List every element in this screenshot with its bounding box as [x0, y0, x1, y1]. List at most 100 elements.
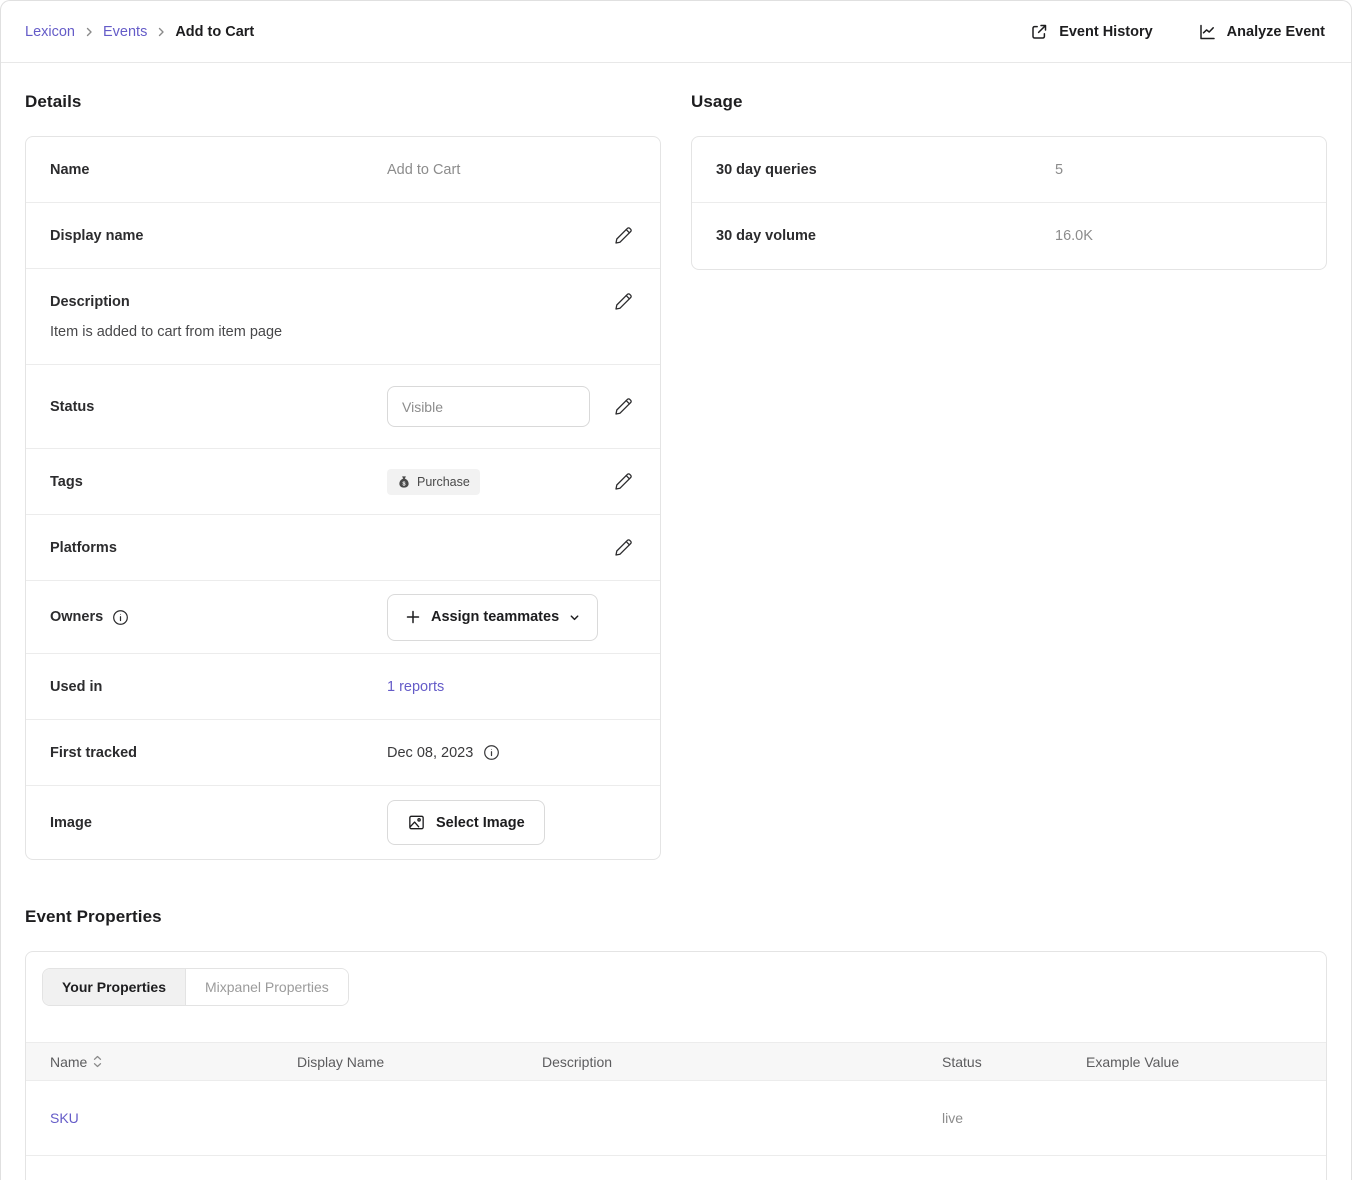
usage-title: Usage — [691, 89, 1327, 115]
first-tracked-label: First tracked — [50, 745, 387, 761]
volume-label: 30 day volume — [716, 228, 1055, 244]
description-cell — [542, 1156, 942, 1180]
select-image-button[interactable]: Select Image — [387, 800, 545, 845]
description-value: Item is added to cart from item page — [50, 324, 636, 340]
tag-chip-purchase: $ Purchase — [387, 469, 480, 495]
usage-section: Usage 30 day queries 5 30 day volume 16.… — [691, 89, 1327, 270]
table-header-row: Name Display Name Description Status Exa… — [26, 1043, 1326, 1081]
event-history-label: Event History — [1059, 24, 1152, 40]
name-column-label: Name — [50, 1054, 87, 1070]
display-name-cell — [297, 1156, 542, 1180]
external-link-icon — [1029, 22, 1049, 42]
status-cell: live — [942, 1156, 1086, 1180]
breadcrumb-lexicon[interactable]: Lexicon — [25, 24, 75, 40]
description-cell — [542, 1081, 942, 1156]
column-header-display-name: Display Name — [297, 1043, 542, 1081]
image-icon — [407, 813, 426, 832]
detail-row-first-tracked: First tracked Dec 08, 2023 — [26, 720, 660, 786]
sort-icon — [93, 1055, 102, 1068]
details-title: Details — [25, 89, 661, 115]
pencil-icon — [613, 225, 634, 246]
property-link-sku[interactable]: SKU — [50, 1110, 79, 1126]
detail-row-name: Name Add to Cart — [26, 137, 660, 203]
breadcrumb-current-event: Add to Cart — [175, 24, 254, 40]
display-name-cell — [297, 1081, 542, 1156]
tab-mixpanel-properties[interactable]: Mixpanel Properties — [185, 969, 348, 1005]
usage-card: 30 day queries 5 30 day volume 16.0K — [691, 136, 1327, 270]
detail-row-owners: Owners Assign teammates — [26, 581, 660, 654]
column-header-status: Status — [942, 1043, 1086, 1081]
usage-row-volume: 30 day volume 16.0K — [692, 203, 1326, 269]
used-in-label: Used in — [50, 679, 387, 695]
pencil-icon — [613, 537, 634, 558]
breadcrumb: Lexicon Events Add to Cart — [25, 24, 254, 40]
chevron-right-icon — [156, 27, 166, 37]
detail-row-used-in: Used in 1 reports — [26, 654, 660, 720]
queries-label: 30 day queries — [716, 162, 1055, 178]
properties-tab-group: Your Properties Mixpanel Properties — [42, 968, 349, 1006]
info-icon[interactable] — [112, 609, 129, 626]
edit-tags-button[interactable] — [611, 469, 636, 494]
details-card: Name Add to Cart Display name — [25, 136, 661, 860]
tag-label: Purchase — [417, 475, 470, 489]
column-header-example-value: Example Value — [1086, 1043, 1326, 1081]
tags-label: Tags — [50, 474, 387, 490]
status-label: Status — [50, 399, 387, 415]
line-chart-icon — [1197, 22, 1217, 42]
event-properties-section: Event Properties Your Properties Mixpane… — [25, 904, 1327, 1180]
pencil-icon — [613, 396, 634, 417]
tab-your-properties[interactable]: Your Properties — [43, 969, 185, 1005]
owners-label: Owners — [50, 609, 103, 625]
assign-teammates-button[interactable]: Assign teammates — [387, 594, 598, 641]
lexicon-event-detail-page: Lexicon Events Add to Cart Event History — [0, 0, 1352, 1180]
name-value: Add to Cart — [387, 162, 636, 178]
usage-row-queries: 30 day queries 5 — [692, 137, 1326, 203]
event-properties-card: Your Properties Mixpanel Properties Name — [25, 951, 1327, 1180]
select-image-label: Select Image — [436, 815, 525, 831]
name-label: Name — [50, 162, 387, 178]
display-name-label: Display name — [50, 228, 387, 244]
plus-icon — [405, 609, 421, 625]
pencil-icon — [613, 471, 634, 492]
event-properties-title: Event Properties — [25, 904, 1327, 930]
status-cell: live — [942, 1081, 1086, 1156]
breadcrumb-events[interactable]: Events — [103, 24, 147, 40]
table-row[interactable]: SKU live — [26, 1081, 1326, 1156]
volume-value: 16.0K — [1055, 228, 1302, 244]
money-bag-icon: $ — [397, 475, 411, 489]
pencil-icon — [613, 291, 634, 312]
image-label: Image — [50, 815, 387, 831]
edit-platforms-button[interactable] — [611, 535, 636, 560]
chevron-right-icon — [84, 27, 94, 37]
detail-row-display-name: Display name — [26, 203, 660, 269]
description-label: Description — [50, 294, 387, 310]
detail-row-tags: Tags $ Purchase — [26, 449, 660, 515]
analyze-event-button[interactable]: Analyze Event — [1197, 22, 1325, 42]
column-header-name[interactable]: Name — [26, 1043, 297, 1081]
platforms-label: Platforms — [50, 540, 387, 556]
table-row[interactable]: Scroll % live — [26, 1156, 1326, 1180]
info-icon[interactable] — [483, 744, 500, 761]
detail-row-description: Description Item is added to cart from i… — [26, 269, 660, 365]
chevron-down-icon — [569, 612, 580, 623]
detail-row-image: Image Select Image — [26, 786, 660, 859]
analyze-event-label: Analyze Event — [1227, 24, 1325, 40]
properties-table: Name Display Name Description Status Exa… — [26, 1042, 1326, 1180]
edit-description-button[interactable] — [611, 289, 636, 314]
details-section: Details Name Add to Cart Display name — [25, 89, 661, 860]
queries-value: 5 — [1055, 162, 1302, 178]
example-value-cell — [1086, 1081, 1326, 1156]
edit-display-name-button[interactable] — [611, 223, 636, 248]
event-history-button[interactable]: Event History — [1029, 22, 1152, 42]
top-bar: Lexicon Events Add to Cart Event History — [1, 1, 1351, 63]
status-input[interactable] — [387, 386, 590, 427]
detail-row-platforms: Platforms — [26, 515, 660, 581]
assign-teammates-label: Assign teammates — [431, 609, 559, 625]
detail-row-status: Status — [26, 365, 660, 449]
used-in-reports-link[interactable]: 1 reports — [387, 679, 444, 695]
first-tracked-value: Dec 08, 2023 — [387, 745, 473, 761]
top-bar-actions: Event History Analyze Event — [1029, 22, 1325, 42]
main-content: Details Name Add to Cart Display name — [1, 63, 1351, 1180]
column-header-description: Description — [542, 1043, 942, 1081]
edit-status-button[interactable] — [611, 394, 636, 419]
